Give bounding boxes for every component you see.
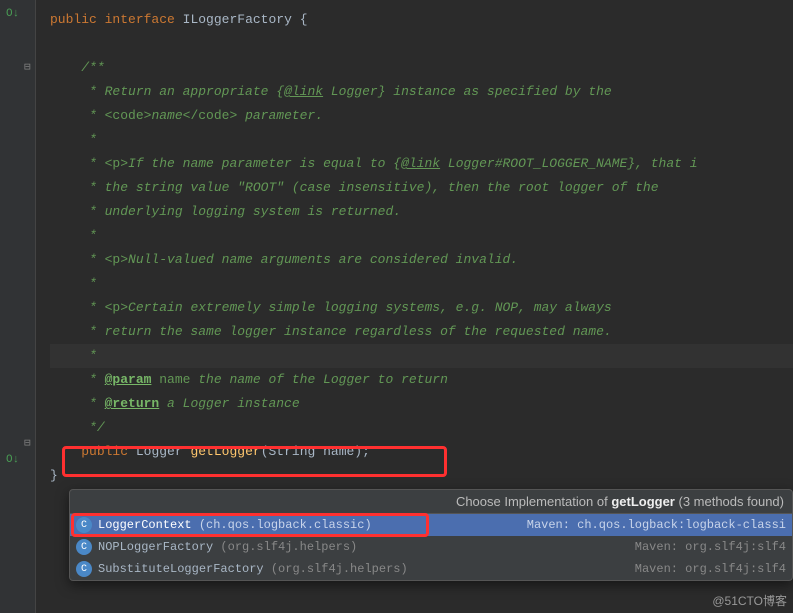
javadoc-line: * [50,272,793,296]
fold-icon[interactable]: ⊟ [24,60,31,74]
javadoc-line: * <p>Certain extremely simple logging sy… [50,296,793,320]
javadoc-line: * [50,128,793,152]
code-line: } [50,464,793,488]
class-icon: C [76,561,92,577]
javadoc-line: * <code>name</code> parameter. [50,104,793,128]
popup-title: Choose Implementation of getLogger (3 me… [70,490,792,514]
javadoc-line: */ [50,416,793,440]
implementation-popup[interactable]: Choose Implementation of getLogger (3 me… [69,489,793,581]
override-gutter-icon[interactable]: O↓ [6,454,19,466]
popup-item-loggercontext[interactable]: C LoggerContext (ch.qos.logback.classic)… [70,514,792,536]
javadoc-line: * <p>If the name parameter is equal to {… [50,152,793,176]
code-line: public interface ILoggerFactory { [50,8,793,32]
javadoc-line: * the string value "ROOT" (case insensit… [50,176,793,200]
javadoc-line: * <p>Null-valued name arguments are cons… [50,248,793,272]
javadoc-line: /** [50,56,793,80]
editor-gutter: O↓ ⊟ ⊟ O↓ [0,0,36,613]
javadoc-line: * [50,224,793,248]
javadoc-line: * @param name the name of the Logger to … [50,368,793,392]
popup-item-substitute[interactable]: C SubstituteLoggerFactory (org.slf4j.hel… [70,558,792,580]
javadoc-line: * return the same logger instance regard… [50,320,793,344]
code-line [50,32,793,56]
watermark: @51CTO博客 [712,592,787,609]
javadoc-line: * Return an appropriate {@link Logger} i… [50,80,793,104]
class-icon: C [76,517,92,533]
class-icon: C [76,539,92,555]
popup-item-nop[interactable]: C NOPLoggerFactory (org.slf4j.helpers) M… [70,536,792,558]
override-gutter-icon[interactable]: O↓ [6,8,19,20]
code-editor[interactable]: public interface ILoggerFactory { /** * … [36,0,793,488]
javadoc-line: * underlying logging system is returned. [50,200,793,224]
javadoc-line: * [50,344,793,368]
fold-end-icon[interactable]: ⊟ [24,436,31,450]
javadoc-line: * @return a Logger instance [50,392,793,416]
method-declaration: public Logger getLogger(String name); [50,440,793,464]
